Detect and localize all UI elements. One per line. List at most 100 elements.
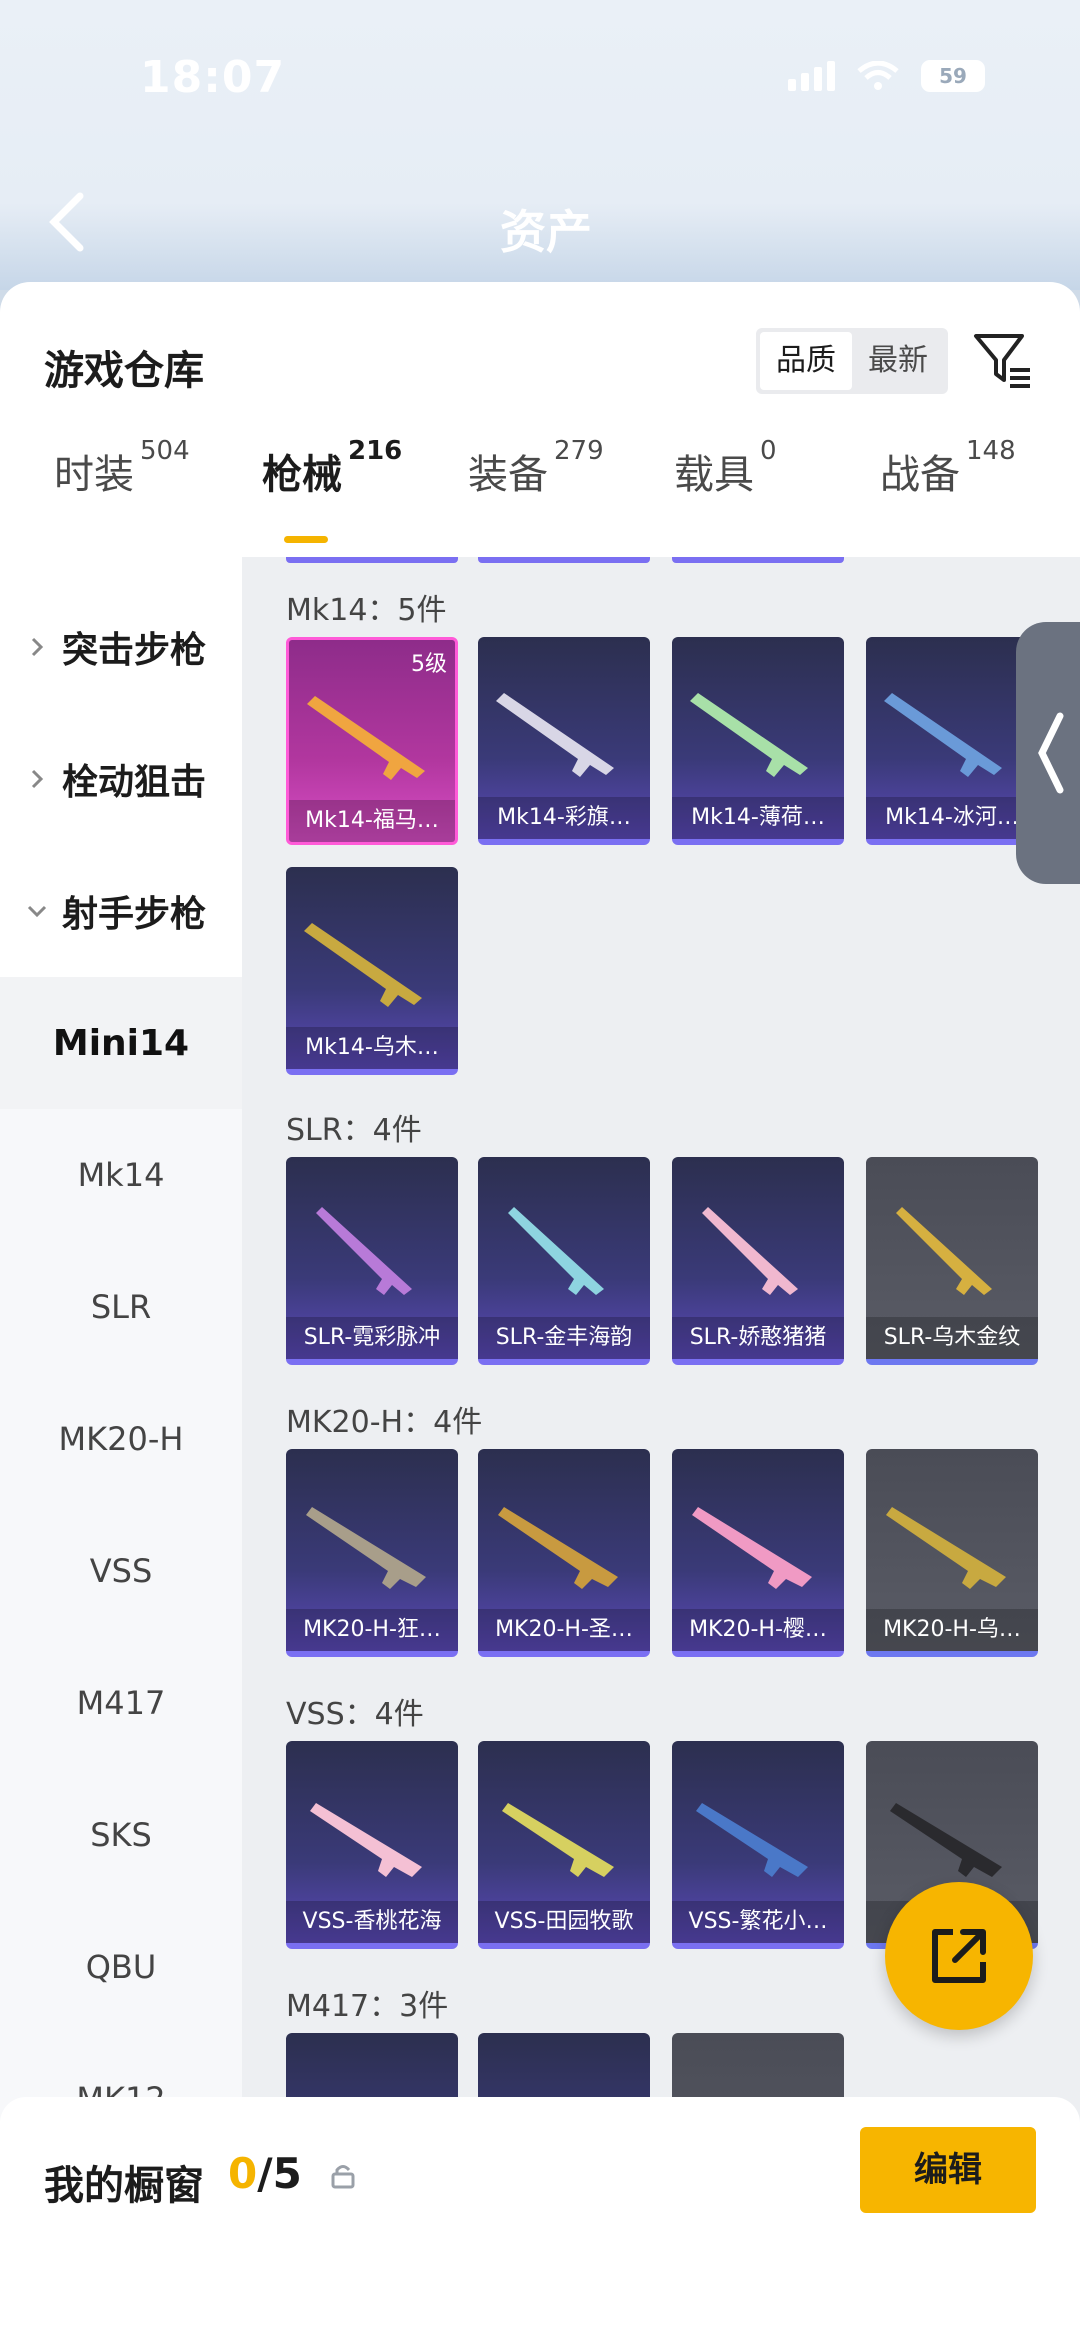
sidebar-item-mk14[interactable]: Mk14	[0, 1109, 242, 1241]
weapon-card[interactable]: MK20-H-乌…	[866, 1449, 1038, 1657]
card-edge	[478, 557, 650, 563]
back-arrow-icon[interactable]	[44, 190, 88, 254]
share-icon	[932, 1929, 986, 1983]
weapon-type-sidebar: 突击步枪 栓动狙击 射手步枪 Mini14 Mk14 SLR MK20-H VS…	[0, 557, 242, 2337]
card-label: MK20-H-圣…	[478, 1609, 650, 1651]
tab-count: 148	[966, 436, 1016, 466]
card-label: Mk14-福马…	[289, 800, 455, 842]
sidebar-group-assault-rifle[interactable]: 突击步枪	[0, 581, 242, 713]
chevron-down-icon	[27, 905, 47, 918]
card-label: VSS-田园牧歌	[478, 1901, 650, 1943]
card-label: MK20-H-狂…	[286, 1609, 458, 1651]
sidebar-item-m417[interactable]: M417	[0, 1637, 242, 1769]
rifle-icon	[498, 1507, 618, 1589]
sort-quality-option[interactable]: 品质	[760, 332, 852, 390]
tab-equipment[interactable]: 装备279	[468, 436, 604, 500]
weapon-card[interactable]: Mk14-冰河…	[866, 637, 1038, 845]
chevron-right-icon	[31, 769, 44, 789]
top-header-area: 18:07 59 资产	[0, 0, 1080, 290]
sidebar-item-slr[interactable]: SLR	[0, 1241, 242, 1373]
weapon-card[interactable]: MK20-H-樱…	[672, 1449, 844, 1657]
sidebar-item-mini14[interactable]: Mini14	[0, 977, 242, 1109]
card-label: SLR-金丰海韵	[478, 1317, 650, 1359]
rifle-icon	[316, 1207, 412, 1295]
card-label: Mk14-冰河…	[866, 797, 1038, 839]
weapon-card[interactable]: MK20-H-狂…	[286, 1449, 458, 1657]
lock-icon	[331, 2165, 355, 2189]
rifle-icon	[307, 696, 425, 780]
sidebar-group-marksman-rifle[interactable]: 射手步枪	[0, 845, 242, 977]
tab-count: 504	[140, 436, 190, 466]
rifle-icon	[496, 693, 614, 777]
weapon-card[interactable]: SLR-金丰海韵	[478, 1157, 650, 1365]
tab-vehicles[interactable]: 载具0	[674, 436, 777, 500]
weapon-card[interactable]: SLR-乌木金纹	[866, 1157, 1038, 1365]
battery-icon: 59	[921, 60, 985, 92]
weapon-card[interactable]: 5级 Mk14-福马…	[286, 637, 458, 845]
edit-button[interactable]: 编辑	[860, 2127, 1036, 2213]
card-label: Mk14-薄荷…	[672, 797, 844, 839]
sidebar-group-bolt-sniper[interactable]: 栓动狙击	[0, 713, 242, 845]
chevron-right-icon	[31, 637, 44, 657]
rifle-icon	[884, 693, 1002, 777]
showcase-current: 0	[228, 2149, 258, 2198]
card-label: SLR-霓彩脉冲	[286, 1317, 458, 1359]
sidebar-item-vss[interactable]: VSS	[0, 1505, 242, 1637]
card-label: MK20-H-乌…	[866, 1609, 1038, 1651]
share-button[interactable]	[885, 1882, 1033, 2030]
weapon-card[interactable]: VSS-田园牧歌	[478, 1741, 650, 1949]
tab-fashion[interactable]: 时装504	[54, 436, 190, 500]
rifle-icon	[692, 1507, 812, 1589]
sort-toggle: 品质 最新	[756, 328, 948, 394]
rifle-icon	[890, 1803, 1002, 1877]
weapon-card[interactable]: Mk14-薄荷…	[672, 637, 844, 845]
tab-count: 216	[348, 436, 403, 466]
weapon-card[interactable]: SLR-娇憨猪猪	[672, 1157, 844, 1365]
rifle-icon	[702, 1207, 798, 1295]
sidebar-group-label: 射手步枪	[62, 894, 207, 935]
section-title-vss: VSS：4件	[286, 1697, 424, 1732]
card-label: SLR-娇憨猪猪	[672, 1317, 844, 1359]
weapon-card[interactable]: SLR-霓彩脉冲	[286, 1157, 458, 1365]
level-badge: 5级	[411, 652, 447, 677]
showcase-bar: 我的橱窗 0/5 编辑	[0, 2097, 1080, 2341]
sidebar-group-label: 突击步枪	[62, 630, 207, 671]
sidebar-group-label: 栓动狙击	[62, 762, 207, 803]
category-tabs: 时装504 枪械216 装备279 载具0 战备148	[0, 436, 1080, 538]
showcase-total: /5	[257, 2149, 302, 2198]
card-label: SLR-乌木金纹	[866, 1317, 1038, 1359]
tab-weapons[interactable]: 枪械216	[262, 436, 402, 500]
tab-label: 装备	[468, 452, 548, 498]
card-label: Mk14-乌木…	[286, 1027, 458, 1069]
tab-label: 枪械	[262, 452, 342, 498]
weapon-card[interactable]: VSS-香桃花海	[286, 1741, 458, 1949]
warehouse-sheet: 游戏仓库 品质 最新 时装504 枪械216 装备279 载具0 战备148 突…	[0, 282, 1080, 2341]
showcase-label: 我的橱窗	[44, 2163, 204, 2209]
signal-icon	[788, 61, 835, 91]
sidebar-item-mk20h[interactable]: MK20-H	[0, 1373, 242, 1505]
rifle-icon	[696, 1803, 808, 1877]
panel-expand-icon	[1038, 712, 1064, 794]
rifle-icon	[502, 1803, 614, 1877]
sort-latest-option[interactable]: 最新	[852, 332, 944, 390]
rifle-icon	[508, 1207, 604, 1295]
weapon-card[interactable]: VSS-繁花小…	[672, 1741, 844, 1949]
card-label: VSS-香桃花海	[286, 1901, 458, 1943]
weapon-card[interactable]: MK20-H-圣…	[478, 1449, 650, 1657]
rifle-icon	[304, 923, 422, 1007]
panel-expand-tab[interactable]	[1016, 622, 1080, 884]
sidebar-item-qbu[interactable]: QBU	[0, 1901, 242, 2033]
tab-label: 载具	[674, 452, 754, 498]
tab-label: 战备	[880, 452, 960, 498]
weapon-card[interactable]: Mk14-彩旗…	[478, 637, 650, 845]
weapon-card[interactable]: Mk14-乌木…	[286, 867, 458, 1075]
card-edge	[672, 557, 844, 563]
filter-icon[interactable]	[972, 330, 1034, 392]
section-title-m417: M417：3件	[286, 1989, 449, 2024]
rifle-icon	[306, 1507, 426, 1589]
sidebar-item-sks[interactable]: SKS	[0, 1769, 242, 1901]
wifi-icon	[857, 61, 899, 90]
section-title-mk14: Mk14：5件	[286, 593, 447, 628]
section-title-slr: SLR：4件	[286, 1113, 422, 1148]
tab-supplies[interactable]: 战备148	[880, 436, 1016, 500]
